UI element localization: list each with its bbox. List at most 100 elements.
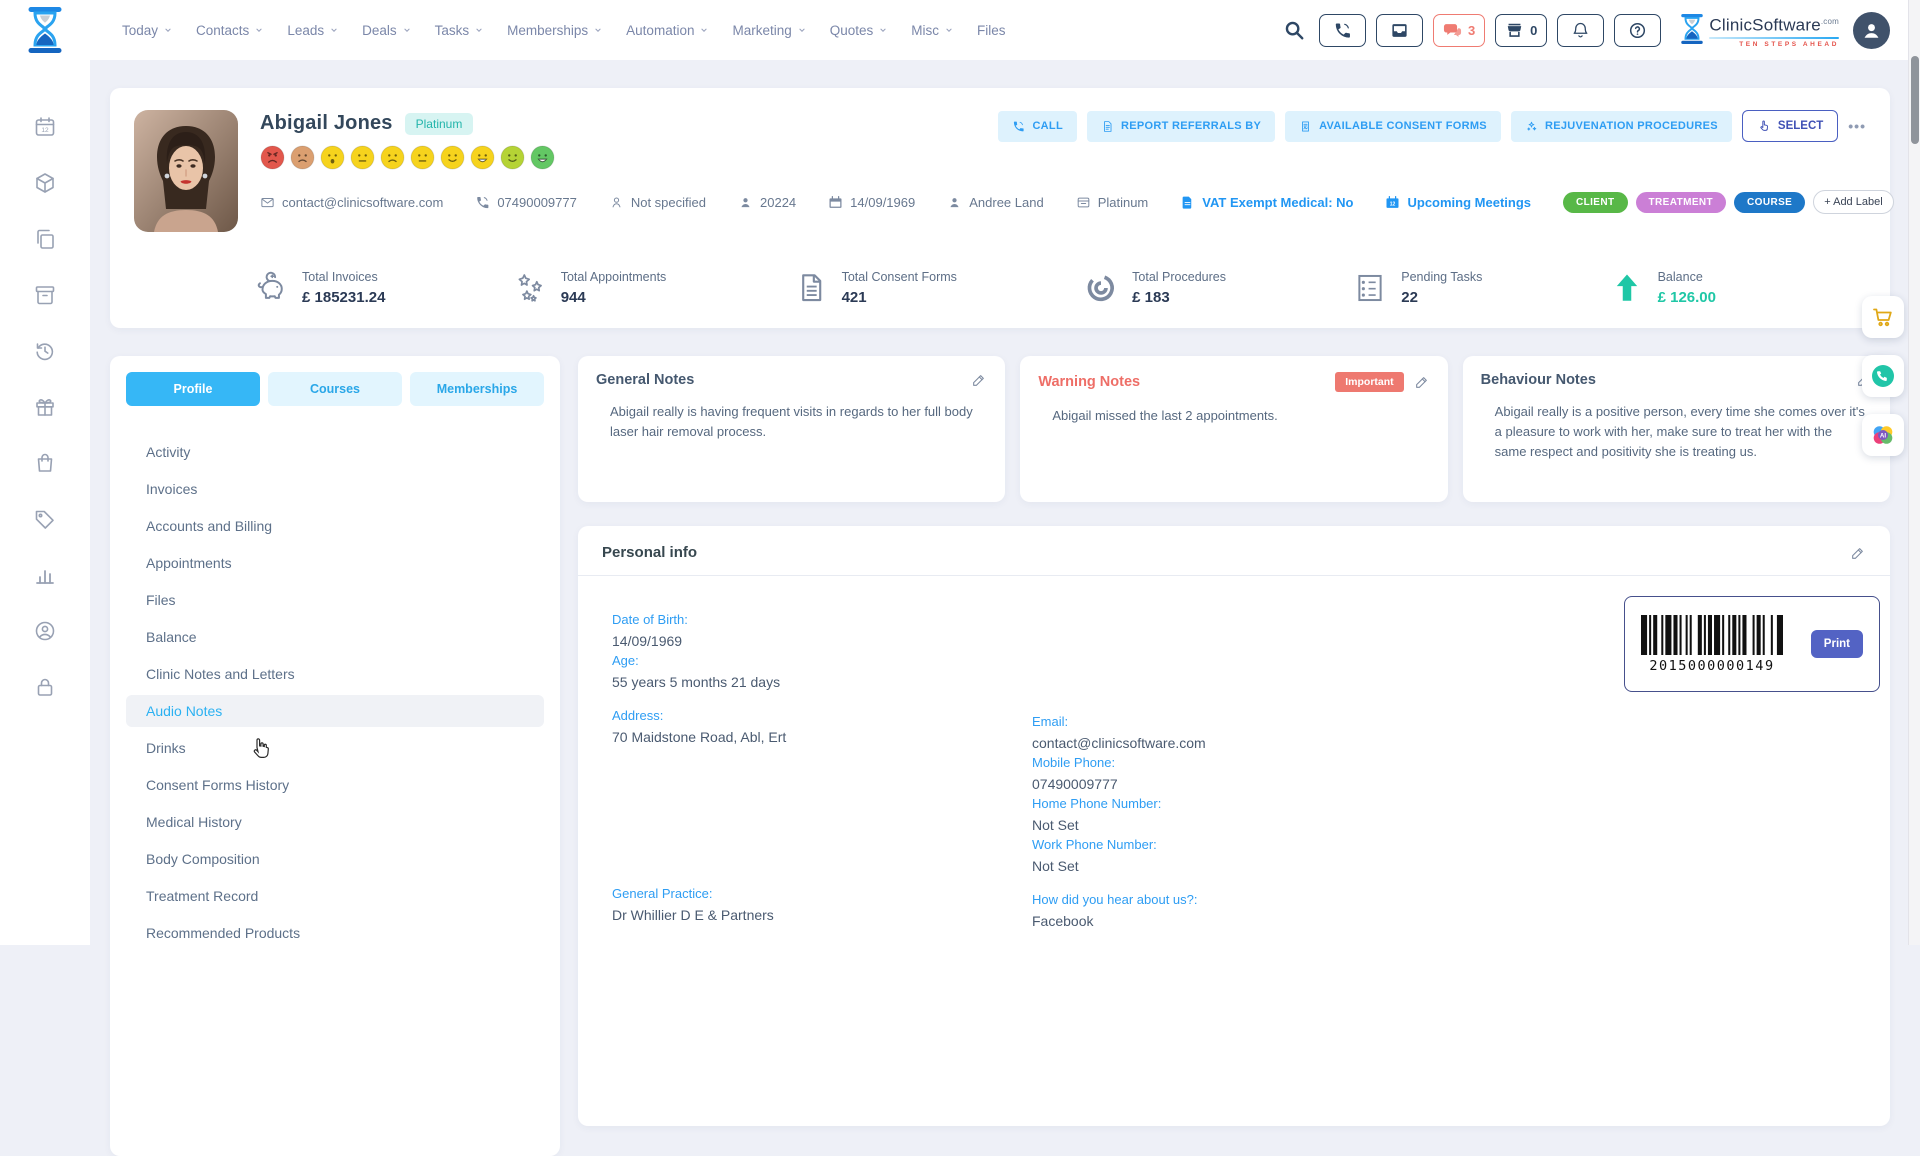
emoji-smile-icon[interactable] — [500, 145, 525, 170]
emoji-open-frown-icon[interactable] — [320, 145, 345, 170]
help-icon — [1628, 21, 1647, 40]
gift-icon[interactable] — [33, 395, 57, 419]
lock-icon[interactable] — [33, 675, 57, 699]
action-button-rejuvenation-procedures[interactable]: REJUVENATION PROCEDURES — [1511, 111, 1732, 142]
support-icon[interactable] — [33, 619, 57, 643]
add-label-button[interactable]: + Add Label — [1813, 190, 1893, 214]
label-pill-course[interactable]: COURSE — [1734, 192, 1805, 213]
emoji-grin-icon[interactable] — [530, 145, 555, 170]
chat-button[interactable]: 3 — [1433, 14, 1485, 47]
tab-memberships[interactable]: Memberships — [410, 372, 544, 406]
tab-profile[interactable]: Profile — [126, 372, 260, 406]
info-field-mobile-phone: Mobile Phone: 07490009777 — [1032, 755, 1866, 793]
shop-count-badge: 0 — [1530, 23, 1537, 38]
user-avatar[interactable] — [1853, 12, 1890, 49]
menu-item-appointments[interactable]: Appointments — [126, 547, 544, 579]
emoji-smile-icon[interactable] — [440, 145, 465, 170]
menu-item-audio-notes[interactable]: Audio Notes — [126, 695, 544, 727]
tag-icon[interactable] — [33, 507, 57, 531]
contact-chip[interactable]: 12 Upcoming Meetings — [1385, 195, 1531, 210]
package-icon[interactable] — [33, 171, 57, 195]
history-icon[interactable] — [33, 339, 57, 363]
label-pill-client[interactable]: CLIENT — [1563, 192, 1628, 213]
nav-item-tasks[interactable]: Tasks — [435, 23, 485, 38]
app-logo[interactable] — [0, 6, 90, 54]
more-options-button[interactable]: ••• — [1848, 118, 1866, 134]
action-button-call[interactable]: CALL — [998, 111, 1077, 142]
menu-item-activity[interactable]: Activity — [126, 436, 544, 468]
emoji-neutral-icon[interactable] — [410, 145, 435, 170]
contact-chip[interactable]: Not specified — [609, 195, 706, 210]
action-button-label: CALL — [1032, 120, 1063, 132]
inbox-button[interactable] — [1376, 14, 1423, 47]
emoji-angry-icon[interactable] — [260, 145, 285, 170]
menu-item-files[interactable]: Files — [126, 584, 544, 616]
emoji-neutral-icon[interactable] — [350, 145, 375, 170]
personal-info-title: Personal info — [602, 544, 697, 561]
floating-button[interactable] — [1862, 296, 1904, 338]
menu-item-consent-forms-history[interactable]: Consent Forms History — [126, 769, 544, 801]
nav-item-misc[interactable]: Misc — [911, 23, 954, 38]
box-icon[interactable] — [33, 283, 57, 307]
nav-item-deals[interactable]: Deals — [362, 23, 412, 38]
shop-button[interactable]: 0 — [1495, 14, 1547, 47]
menu-item-invoices[interactable]: Invoices — [126, 473, 544, 505]
calendar12-icon[interactable]: 12 — [33, 115, 57, 139]
stat-value: £ 183 — [1132, 289, 1226, 306]
print-barcode-button[interactable]: Print — [1811, 630, 1863, 658]
menu-item-treatment-record[interactable]: Treatment Record — [126, 880, 544, 912]
contact-chip[interactable]: 20224 — [738, 195, 796, 210]
menu-item-accounts-and-billing[interactable]: Accounts and Billing — [126, 510, 544, 542]
tab-courses[interactable]: Courses — [268, 372, 402, 406]
contact-chip[interactable]: VAT Exempt Medical: No — [1180, 195, 1353, 210]
bar-chart-icon[interactable] — [33, 563, 57, 587]
emoji-frown-icon[interactable] — [380, 145, 405, 170]
search-icon[interactable] — [1283, 19, 1305, 41]
menu-item-clinic-notes-and-letters[interactable]: Clinic Notes and Letters — [126, 658, 544, 690]
satisfaction-emoji-scale[interactable] — [260, 145, 1866, 170]
nav-item-quotes[interactable]: Quotes — [830, 23, 889, 38]
floating-button[interactable] — [1862, 355, 1904, 397]
nav-item-automation[interactable]: Automation — [626, 23, 709, 38]
barcode-number: 2015000000149 — [1649, 658, 1774, 674]
menu-item-recommended-products[interactable]: Recommended Products — [126, 917, 544, 949]
menu-item-medical-history[interactable]: Medical History — [126, 806, 544, 838]
contact-chip[interactable]: 14/09/1969 — [828, 195, 915, 210]
clinicsoftware-brand[interactable]: ClinicSoftware.com TEN STEPS AHEAD — [1679, 12, 1839, 48]
dialer-button[interactable] — [1319, 14, 1366, 47]
pencil-icon[interactable] — [971, 372, 987, 388]
info-field-age: Age: 55 years 5 months 21 days — [612, 653, 1032, 691]
floating-quick-actions: AI — [1862, 296, 1904, 456]
emoji-grin-icon[interactable] — [470, 145, 495, 170]
help-button[interactable] — [1614, 14, 1661, 47]
nav-item-contacts[interactable]: Contacts — [196, 23, 264, 38]
select-button[interactable]: SELECT — [1742, 110, 1838, 142]
emoji-frown-icon[interactable] — [290, 145, 315, 170]
nav-item-memberships[interactable]: Memberships — [507, 23, 603, 38]
contact-chip[interactable]: Andree Land — [947, 195, 1043, 210]
nav-item-today[interactable]: Today — [122, 23, 173, 38]
menu-item-body-composition[interactable]: Body Composition — [126, 843, 544, 875]
contact-chip[interactable]: contact@clinicsoftware.com — [260, 195, 443, 210]
nav-item-leads[interactable]: Leads — [287, 23, 339, 38]
chat-count-badge: 3 — [1468, 23, 1475, 38]
nav-item-marketing[interactable]: Marketing — [732, 23, 806, 38]
label-pill-treatment[interactable]: TREATMENT — [1636, 192, 1727, 213]
action-button-available-consent-forms[interactable]: AVAILABLE CONSENT FORMS — [1285, 111, 1501, 142]
nav-item-files[interactable]: Files — [977, 23, 1006, 38]
menu-item-balance[interactable]: Balance — [126, 621, 544, 653]
contact-chip[interactable]: Platinum — [1076, 195, 1149, 210]
vertical-scrollbar[interactable] — [1908, 0, 1920, 945]
pencil-icon[interactable] — [1850, 545, 1866, 561]
pencil-icon[interactable] — [1414, 374, 1430, 390]
info-field-label: How did you hear about us?: — [1032, 892, 1866, 908]
contact-chip[interactable]: 07490009777 — [475, 195, 577, 210]
action-button-report-referrals-by[interactable]: REPORT REFERRALS BY — [1087, 111, 1275, 142]
menu-item-drinks[interactable]: Drinks — [126, 732, 544, 764]
client-photo[interactable] — [134, 110, 238, 232]
floating-button[interactable]: AI — [1862, 414, 1904, 456]
scrollbar-thumb[interactable] — [1911, 56, 1919, 144]
notifications-button[interactable] — [1557, 14, 1604, 47]
bag-icon[interactable] — [33, 451, 57, 475]
copy-icon[interactable] — [33, 227, 57, 251]
